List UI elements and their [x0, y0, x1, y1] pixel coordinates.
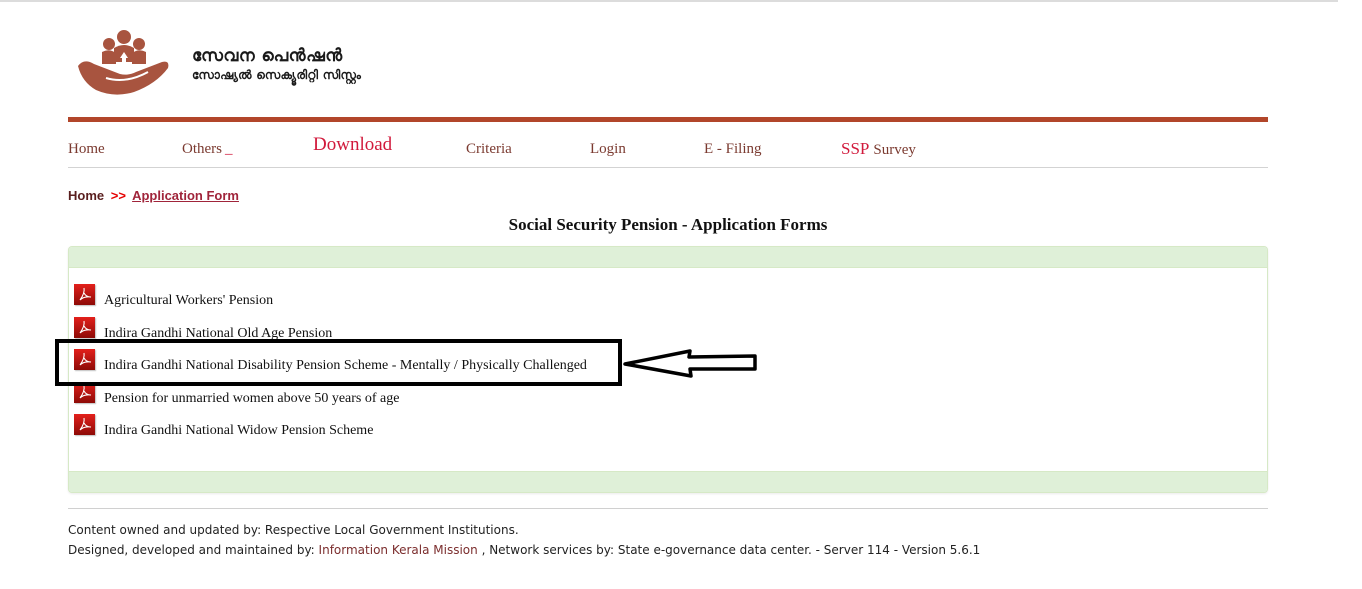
nav-others-label: Others	[182, 141, 222, 157]
nav-criteria[interactable]: Criteria	[466, 141, 512, 158]
footer-credits: Designed, developed and maintained by: I…	[68, 540, 980, 560]
panel-header	[69, 247, 1267, 268]
nav-download[interactable]: Download	[313, 134, 392, 156]
pdf-icon	[74, 349, 95, 370]
pdf-icon	[74, 414, 95, 435]
nav-login[interactable]: Login	[590, 141, 626, 158]
pdf-icon	[74, 381, 95, 403]
breadcrumb-separator: >>	[110, 188, 126, 203]
breadcrumb-home[interactable]: Home	[68, 188, 104, 203]
nav-survey-label: Survey	[873, 142, 916, 158]
nav-ssp-label: SSP	[841, 139, 870, 158]
form-label: Pension for unmarried women above 50 yea…	[104, 390, 400, 406]
footer-divider	[68, 508, 1268, 509]
panel-footer	[69, 471, 1267, 492]
nav-home[interactable]: Home	[68, 141, 105, 158]
page-title: Social Security Pension - Application Fo…	[508, 215, 828, 234]
brand-subtitle: സോഷ്യൽ സെക്യൂരിറ്റി സിസ്റ്റം	[192, 68, 362, 82]
nav-ssp-survey[interactable]: SSP Survey	[841, 139, 916, 159]
top-rule	[0, 0, 1338, 2]
form-label: Indira Gandhi National Disability Pensio…	[104, 358, 587, 373]
breadcrumb: Home >> Application Form	[68, 188, 239, 203]
footer: Content owned and updated by: Respective…	[68, 520, 980, 560]
form-label: Indira Gandhi National Widow Pension Sch…	[104, 423, 374, 438]
ikm-link[interactable]: Information Kerala Mission	[319, 543, 478, 557]
main-nav: Home Others _ Download Criteria Login E -…	[68, 122, 1268, 168]
footer-credits-suffix: , Network services by: State e-governanc…	[477, 543, 981, 557]
pdf-icon	[74, 284, 95, 305]
form-label: Indira Gandhi National Old Age Pension	[104, 325, 333, 341]
nav-others[interactable]: Others _	[182, 141, 233, 158]
annotation-arrow-left-icon	[623, 349, 757, 378]
breadcrumb-current[interactable]: Application Form	[132, 188, 239, 203]
brand-title: സേവന പെൻഷൻ	[192, 46, 343, 66]
nav-others-indicator: _	[225, 141, 233, 157]
form-label: Agricultural Workers' Pension	[104, 293, 274, 308]
nav-efiling[interactable]: E - Filing	[704, 141, 762, 158]
footer-ownership: Content owned and updated by: Respective…	[68, 523, 519, 537]
pdf-icon	[74, 316, 95, 338]
hand-holding-people-icon[interactable]	[76, 28, 171, 98]
footer-credits-prefix: Designed, developed and maintained by:	[68, 543, 319, 557]
